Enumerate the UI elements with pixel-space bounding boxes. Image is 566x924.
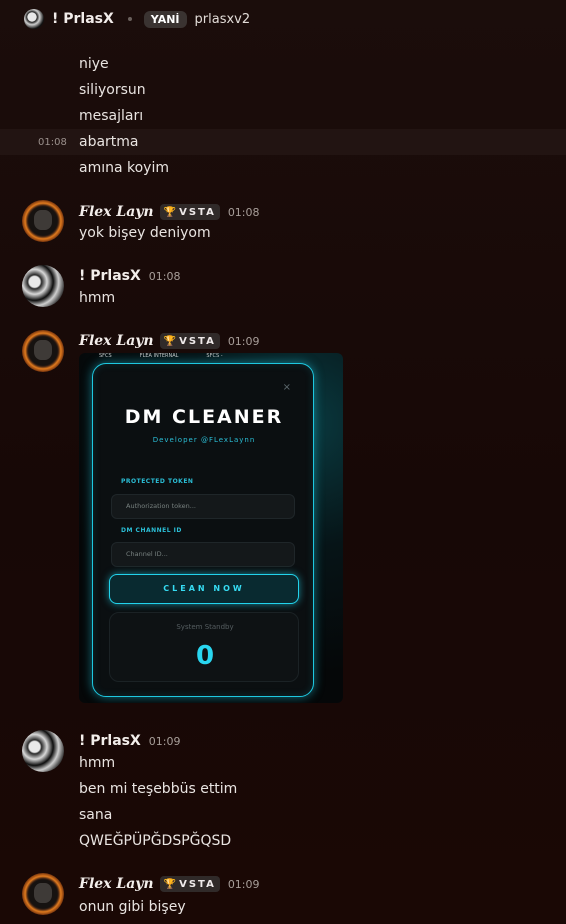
message-line[interactable]: siliyorsun (0, 77, 566, 103)
message-author-row: Flex Layn 🏆 VSTA 01:09 (79, 874, 260, 894)
attachment-label: SFCS (99, 353, 112, 359)
message-timestamp: 01:08 (148, 269, 181, 283)
message-text: amına koyim (79, 160, 169, 176)
message-text: onun gibi bişey (79, 899, 186, 915)
message-hover-time: 01:08 (38, 136, 67, 148)
panel-developer: Developer @FLexLaynn (152, 436, 256, 444)
message-text: hmm (79, 755, 116, 771)
channel-field: Channel ID... (111, 542, 295, 567)
message-text: abartma (79, 134, 139, 150)
clean-now-button: CLEAN NOW (109, 574, 299, 604)
trophy-icon: 🏆 (163, 335, 177, 347)
message-text: QWEĞPÜPĞDSPĞQSD (79, 833, 232, 849)
user-avatar-flex-layn[interactable] (22, 330, 64, 372)
message-timestamp: 01:09 (227, 877, 260, 891)
badge-text: VSTA (179, 206, 216, 218)
dm-cleaner-panel: × DM CLEANER Developer @FLexLaynn PROTEC… (92, 363, 314, 697)
message-author-row: Flex Layn 🏆 VSTA 01:08 (79, 202, 260, 222)
message-line[interactable]: sana (0, 802, 566, 828)
user-tag-badge[interactable]: 🏆 VSTA (159, 333, 220, 349)
message-line[interactable]: amına koyim (0, 155, 566, 181)
message-text: sana (79, 807, 113, 823)
status-box: System Standby 0 (109, 612, 299, 682)
channel-label: DM CHANNEL ID (121, 527, 182, 534)
message-timestamp: 01:09 (148, 734, 181, 748)
message-author-row: ! PrlasX 01:08 (79, 266, 181, 286)
attachment-label: SFCS - (206, 353, 223, 359)
header-username[interactable]: ! PrlasX (52, 11, 114, 27)
message-line[interactable]: ben mi teşebbüs ettim (0, 776, 566, 802)
close-icon: × (282, 382, 291, 393)
attachment-top-labels: SFCS FLEA INTERNAL SFCS - (99, 353, 223, 359)
trophy-icon: 🏆 (163, 878, 177, 890)
attachment-label: FLEA INTERNAL (139, 353, 179, 359)
message-line-hovered[interactable]: 01:08 abartma (0, 129, 566, 155)
message-text: siliyorsun (79, 82, 146, 98)
message-timestamp: 01:09 (227, 334, 260, 348)
message-text: yok bişey deniyom (79, 225, 211, 241)
message-line[interactable]: QWEĞPÜPĞDSPĞQSD (0, 828, 566, 854)
trophy-icon: 🏆 (163, 206, 177, 218)
user-tag-badge[interactable]: 🏆 VSTA (159, 876, 220, 892)
badge-text: VSTA (179, 878, 216, 890)
header-separator-dot (127, 17, 132, 21)
message-line[interactable]: yok bişey deniyom (0, 220, 566, 246)
attachment-bottom-strip (97, 699, 187, 703)
header-avatar[interactable] (24, 9, 44, 29)
status-text: System Standby (176, 623, 234, 631)
author-name[interactable]: Flex Layn (79, 333, 154, 349)
message-text: niye (79, 56, 109, 72)
token-field: Authorization token... (111, 494, 295, 519)
deleted-counter: 0 (195, 641, 215, 671)
channel-header: ! PrlasX YANİ prlasxv2 (0, 0, 566, 38)
author-name[interactable]: Flex Layn (79, 204, 154, 220)
user-tag-badge[interactable]: 🏆 VSTA (159, 204, 220, 220)
panel-title: DM CLEANER (124, 406, 284, 428)
header-subtitle: prlasxv2 (194, 11, 251, 27)
image-attachment[interactable]: SFCS FLEA INTERNAL SFCS - × DM CLEANER D… (79, 353, 343, 703)
message-author-row: ! PrlasX 01:09 (79, 731, 181, 751)
message-line[interactable]: mesajları (0, 103, 566, 129)
author-name[interactable]: ! PrlasX (79, 733, 141, 749)
author-name[interactable]: ! PrlasX (79, 268, 141, 284)
header-tag-badge[interactable]: YANİ (143, 10, 187, 28)
author-name[interactable]: Flex Layn (79, 876, 154, 892)
message-text: ben mi teşebbüs ettim (79, 781, 238, 797)
badge-text: VSTA (179, 335, 216, 347)
message-text: mesajları (79, 108, 144, 124)
message-timestamp: 01:08 (227, 205, 260, 219)
message-line[interactable]: onun gibi bişey (0, 894, 566, 920)
message-line[interactable]: hmm (0, 285, 566, 311)
message-line[interactable]: hmm (0, 750, 566, 776)
message-author-row: Flex Layn 🏆 VSTA 01:09 (79, 331, 260, 351)
message-line[interactable]: niye (0, 51, 566, 77)
token-label: PROTECTED TOKEN (121, 478, 194, 485)
message-text: hmm (79, 290, 116, 306)
